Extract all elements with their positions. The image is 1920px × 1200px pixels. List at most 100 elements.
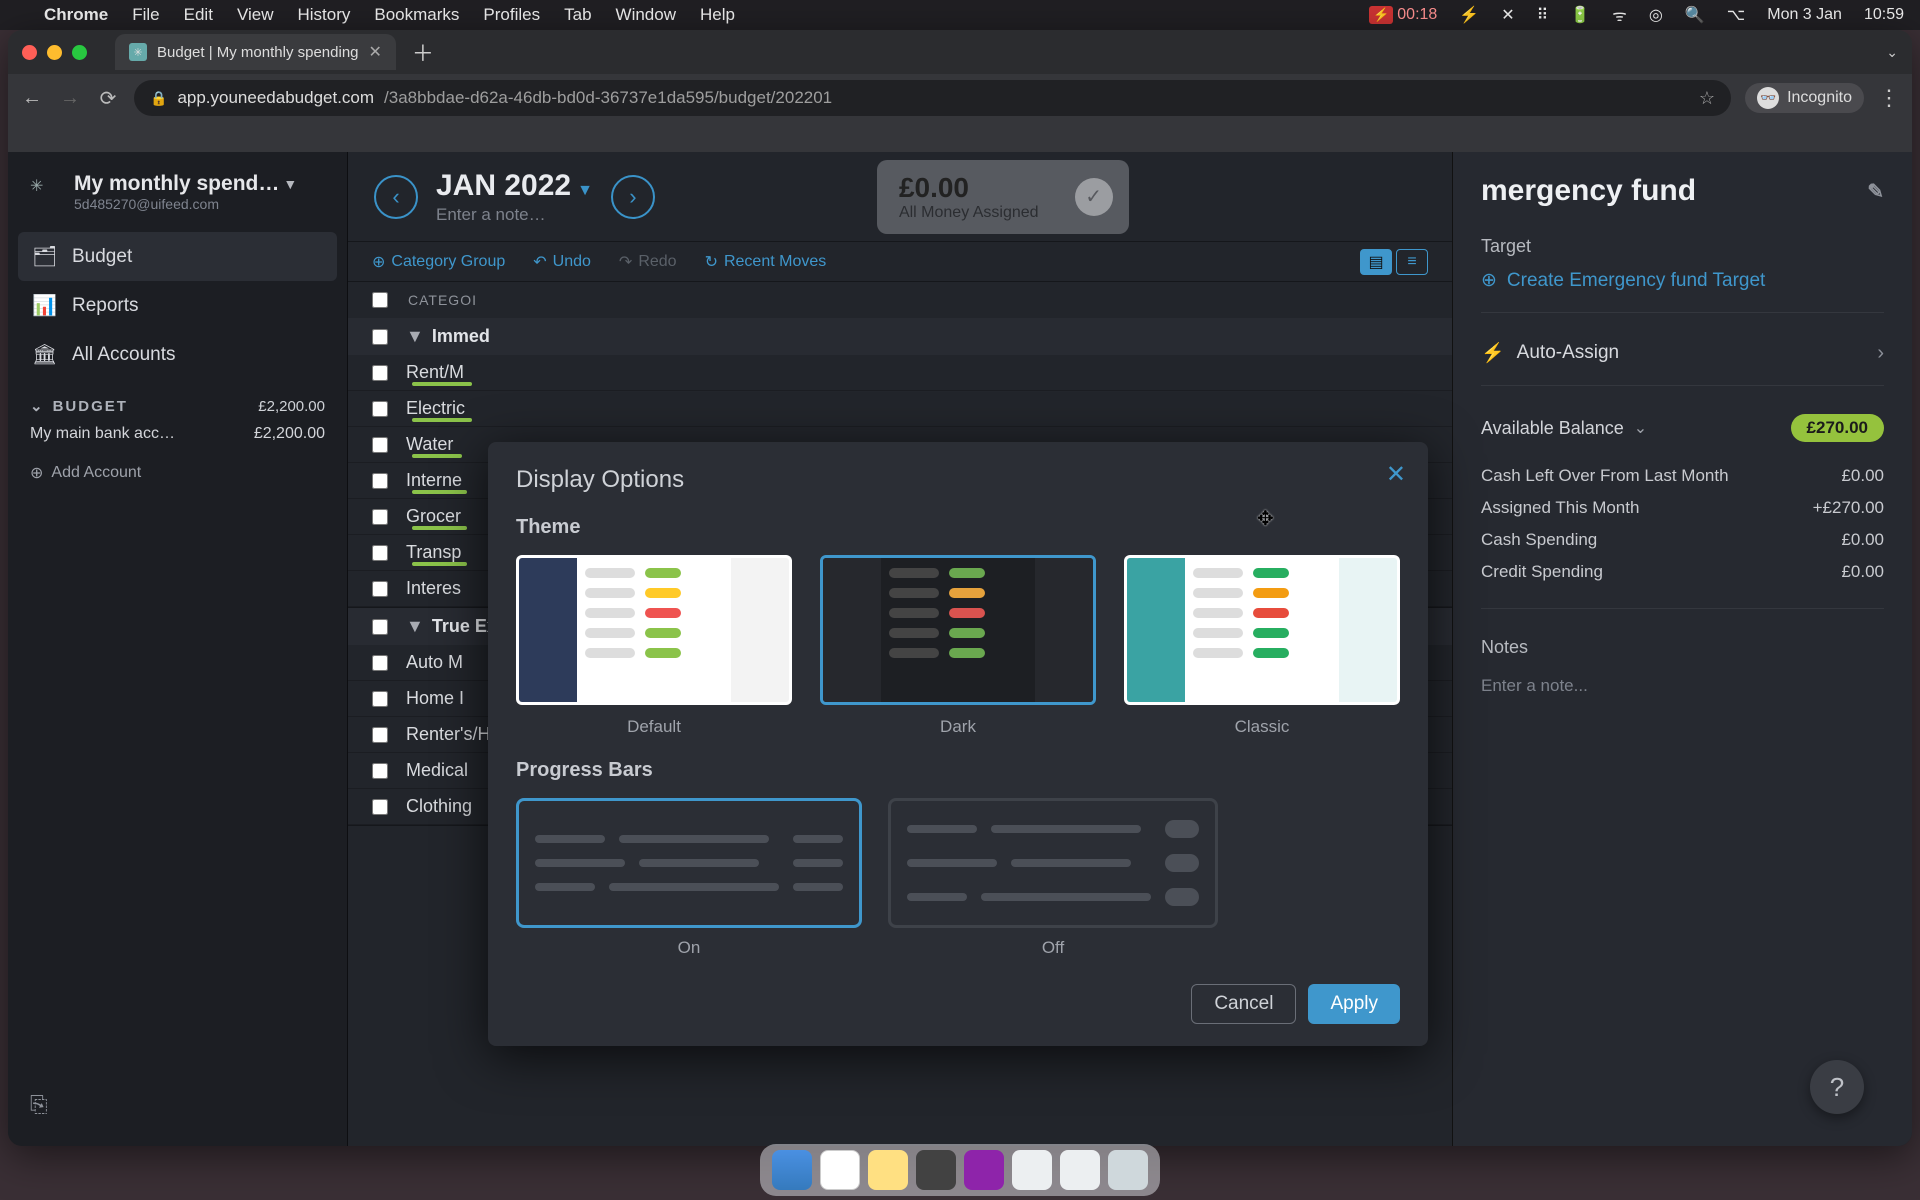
notes-label: Notes (1481, 637, 1884, 658)
cancel-button[interactable]: Cancel (1191, 984, 1296, 1024)
menu-tab[interactable]: Tab (564, 5, 591, 25)
collapse-sidebar-button[interactable]: ⎘ (8, 1078, 347, 1132)
menubar-app-name[interactable]: Chrome (44, 5, 108, 25)
menu-file[interactable]: File (132, 5, 159, 25)
row-checkbox[interactable] (372, 727, 388, 743)
group-header-immediate[interactable]: ▼ Immed (348, 318, 1452, 355)
select-all-checkbox[interactable] (372, 292, 388, 308)
battery-status[interactable]: ⚡00:18 (1369, 6, 1437, 24)
row-checkbox[interactable] (372, 473, 388, 489)
dock-chrome-icon[interactable] (820, 1150, 860, 1190)
add-category-group-button[interactable]: ⊕Category Group (372, 252, 505, 272)
row-checkbox[interactable] (372, 655, 388, 671)
menu-control-center-icon[interactable]: ⌥ (1727, 5, 1745, 25)
menu-help[interactable]: Help (700, 5, 735, 25)
menu-extra-dots-icon[interactable]: ⠿ (1537, 5, 1549, 25)
add-account-button[interactable]: ⊕ Add Account (8, 453, 347, 493)
group-checkbox[interactable] (372, 619, 388, 635)
zoom-window-button[interactable] (72, 45, 87, 60)
minimize-window-button[interactable] (47, 45, 62, 60)
dock-app-icon[interactable] (964, 1150, 1004, 1190)
redo-button[interactable]: ↷Redo (619, 252, 677, 272)
tabstrip: ✳ Budget | My monthly spending ✕ ＋ ⌄ (8, 30, 1912, 74)
group-checkbox[interactable] (372, 329, 388, 345)
sidebar-item-reports[interactable]: 📊 Reports (8, 281, 347, 330)
menu-edit[interactable]: Edit (184, 5, 213, 25)
menu-focus-icon[interactable]: ◎ (1649, 5, 1663, 25)
row-checkbox[interactable] (372, 401, 388, 417)
notes-input[interactable]: Enter a note... (1481, 670, 1884, 696)
menu-time[interactable]: 10:59 (1864, 6, 1904, 24)
dock-trash-icon[interactable] (1108, 1150, 1148, 1190)
progress-bars-off[interactable] (888, 798, 1218, 928)
category-row[interactable]: Rent/M (348, 355, 1452, 391)
row-checkbox[interactable] (372, 509, 388, 525)
new-tab-button[interactable]: ＋ (412, 36, 434, 68)
menu-battery-icon[interactable]: 🔋 (1570, 5, 1590, 25)
dock-notes-icon[interactable] (868, 1150, 908, 1190)
menu-extra-cloud-icon[interactable]: ⚡ (1459, 5, 1479, 25)
category-row[interactable]: Electric (348, 391, 1452, 427)
close-window-button[interactable] (22, 45, 37, 60)
dock-terminal-icon[interactable] (916, 1150, 956, 1190)
sidebar-account-row[interactable]: My main bank acc… £2,200.00 (8, 415, 347, 453)
row-checkbox[interactable] (372, 581, 388, 597)
menu-date[interactable]: Mon 3 Jan (1767, 6, 1842, 24)
recent-moves-button[interactable]: ↻Recent Moves (705, 252, 827, 272)
view-list-button[interactable]: ≡ (1396, 249, 1428, 275)
menu-wifi-icon[interactable]: ᯤ (1612, 4, 1627, 26)
browser-tab[interactable]: ✳ Budget | My monthly spending ✕ (115, 34, 396, 70)
reload-button[interactable]: ⟳ (96, 86, 120, 111)
apply-button[interactable]: Apply (1308, 984, 1400, 1024)
prev-month-button[interactable]: ‹ (374, 175, 418, 219)
create-target-button[interactable]: ⊕ Create Emergency fund Target (1481, 269, 1884, 292)
tab-close-button[interactable]: ✕ (369, 42, 382, 62)
help-button[interactable]: ? (1810, 1060, 1864, 1114)
row-checkbox[interactable] (372, 691, 388, 707)
theme-classic[interactable]: Classic (1124, 555, 1400, 737)
theme-default[interactable]: Default (516, 555, 792, 737)
auto-assign-button[interactable]: ⚡ Auto-Assign › (1481, 341, 1884, 365)
month-label[interactable]: JAN 2022▼ (436, 169, 593, 202)
modal-close-button[interactable]: ✕ (1386, 460, 1406, 489)
month-note-input[interactable]: Enter a note… (436, 205, 593, 225)
menu-bookmarks[interactable]: Bookmarks (374, 5, 459, 25)
dock-finder-icon[interactable] (772, 1150, 812, 1190)
caret-down-icon: ▼ (406, 616, 424, 637)
tab-overflow-button[interactable]: ⌄ (1886, 44, 1898, 61)
menu-window[interactable]: Window (616, 5, 676, 25)
chrome-menu-button[interactable]: ⋮ (1878, 85, 1900, 111)
row-checkbox[interactable] (372, 365, 388, 381)
address-bar[interactable]: 🔒 app.youneedabudget.com/3a8bbdae-d62a-4… (134, 80, 1731, 116)
progress-bars-on[interactable] (516, 798, 862, 928)
budget-selector[interactable]: ✳ My monthly spend… ▼ 5d485270@uifeed.co… (8, 166, 347, 222)
available-balance-row[interactable]: Available Balance ⌄ £270.00 (1481, 414, 1884, 442)
sidebar-item-budget[interactable]: 🗂 Budget (18, 232, 337, 281)
row-checkbox[interactable] (372, 437, 388, 453)
back-button[interactable]: ← (20, 87, 44, 110)
dock-preview-icon[interactable] (1060, 1150, 1100, 1190)
menu-history[interactable]: History (297, 5, 350, 25)
menu-profiles[interactable]: Profiles (483, 5, 540, 25)
redo-icon: ↷ (619, 252, 632, 272)
dock-textedit-icon[interactable] (1012, 1150, 1052, 1190)
menu-search-icon[interactable]: 🔍 (1685, 5, 1705, 25)
undo-button[interactable]: ↶Undo (533, 252, 591, 272)
menu-view[interactable]: View (237, 5, 274, 25)
next-month-button[interactable]: › (611, 175, 655, 219)
menu-extra-dev-icon[interactable]: ✕ (1501, 5, 1514, 25)
assigned-summary[interactable]: £0.00 All Money Assigned ✓ (877, 160, 1129, 234)
lock-icon[interactable]: 🔒 (150, 90, 167, 107)
view-progress-button[interactable]: ▤ (1360, 249, 1392, 275)
bookmark-star-icon[interactable]: ☆ (1699, 88, 1715, 109)
row-checkbox[interactable] (372, 763, 388, 779)
balance-detail-row: Assigned This Month+£270.00 (1481, 492, 1884, 524)
theme-dark[interactable]: Dark (820, 555, 1096, 737)
forward-button[interactable]: → (58, 87, 82, 110)
sidebar-budget-heading[interactable]: ⌄ BUDGET £2,200.00 (30, 397, 325, 415)
sidebar-item-accounts[interactable]: 🏛 All Accounts (8, 330, 347, 379)
row-checkbox[interactable] (372, 545, 388, 561)
row-checkbox[interactable] (372, 799, 388, 815)
incognito-badge[interactable]: 👓 Incognito (1745, 83, 1864, 113)
edit-icon[interactable]: ✎ (1867, 179, 1884, 204)
